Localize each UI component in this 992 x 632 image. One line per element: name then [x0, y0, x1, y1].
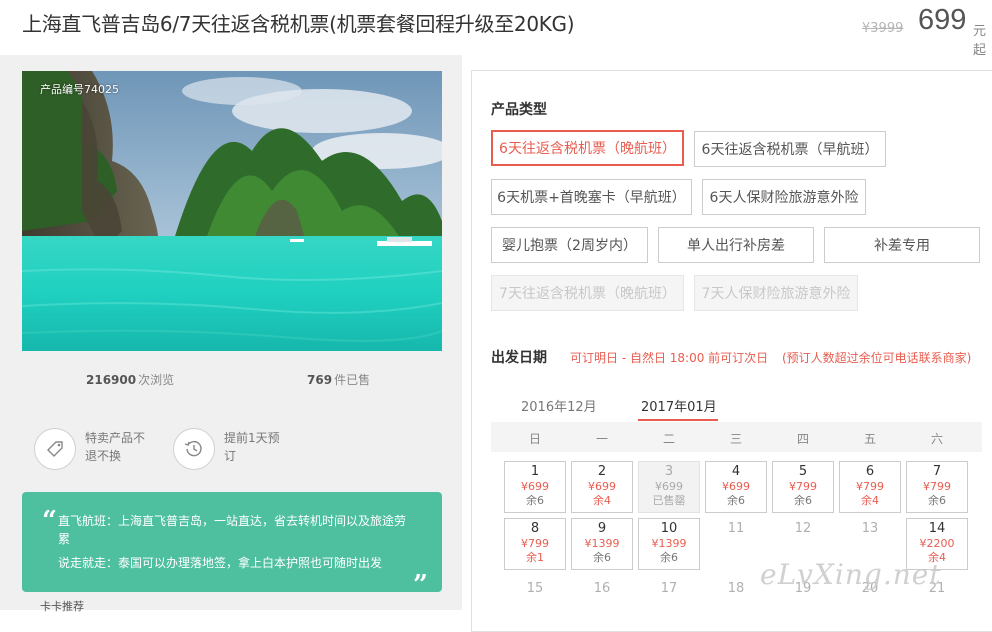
weekday-label: 日: [528, 432, 541, 446]
day-number: 4: [731, 464, 741, 479]
day-number: 7: [932, 464, 942, 479]
day-remaining: 余6: [593, 551, 611, 564]
day-remaining: 余6: [727, 494, 745, 507]
feature-text: 提前1天预订: [224, 431, 280, 463]
day-remaining: 余6: [794, 494, 812, 507]
product-title: 上海直飞普吉岛6/7天往返含税机票(机票套餐回程升级至20KG): [22, 12, 575, 36]
calendar-day-unavailable: 17: [660, 581, 678, 596]
views-stat: 216900 次浏览: [86, 371, 174, 388]
day-price: ¥699: [722, 480, 750, 493]
tag-icon: [34, 428, 76, 470]
option-single-supplement[interactable]: 单人出行补房差: [658, 227, 814, 263]
calendar-day[interactable]: 5 ¥799 余6: [772, 461, 834, 513]
month-tab-jan-2017[interactable]: 2017年01月: [641, 396, 717, 415]
feature-text: 特卖产品不退不换: [85, 431, 146, 463]
calendar-day[interactable]: 8 ¥799 余1: [504, 518, 566, 570]
product-type-title: 产品类型: [491, 102, 547, 118]
calendar-day[interactable]: 2 ¥699 余4: [571, 461, 633, 513]
day-number: 6: [865, 464, 875, 479]
option-6d-late-flight[interactable]: 6天往返含税机票（晚航班）: [491, 130, 684, 166]
month-tab-dec-2016[interactable]: 2016年12月: [521, 396, 597, 415]
calendar-day-unavailable: 16: [593, 581, 611, 596]
day-number: 1: [530, 464, 540, 479]
option-6d-early-flight[interactable]: 6天往返含税机票（早航班）: [694, 131, 886, 167]
weekday-label: 六: [930, 432, 943, 446]
option-6d-insurance[interactable]: 6天人保财险旅游意外险: [702, 179, 866, 215]
day-price: ¥799: [923, 480, 951, 493]
seat-contact-hint: (预订人数超过余位可电话联系商家): [782, 351, 972, 365]
sold-count: 769: [307, 373, 333, 387]
current-price: 699: [918, 4, 967, 36]
weekday-label: 四: [796, 432, 809, 446]
calendar-day[interactable]: 1 ¥699 余6: [504, 461, 566, 513]
feature-no-refund: 特卖产品不退不换: [34, 428, 149, 470]
calendar-day[interactable]: 6 ¥799 余4: [839, 461, 901, 513]
highlights-box: “ 直飞航班：上海直飞普吉岛，一站直达，省去转机时间以及旅途劳累 说走就走：泰国…: [22, 492, 442, 600]
calendar-day[interactable]: 7 ¥799 余6: [906, 461, 968, 513]
close-quote-icon: ”: [413, 570, 428, 600]
clock-history-icon: [173, 428, 215, 470]
views-count: 216900: [86, 373, 137, 387]
calendar-day-unavailable: 18: [727, 581, 745, 596]
open-quote-icon: “: [42, 506, 57, 536]
day-price: ¥799: [789, 480, 817, 493]
day-price: ¥1399: [651, 537, 687, 550]
highlight-line-1: 直飞航班：上海直飞普吉岛，一站直达，省去转机时间以及旅途劳累: [58, 514, 407, 546]
departure-title: 出发日期: [491, 350, 547, 366]
day-price: ¥799: [521, 537, 549, 550]
day-price: ¥1399: [584, 537, 620, 550]
day-remaining: 余6: [928, 494, 946, 507]
calendar-day-unavailable: 12: [794, 521, 812, 536]
calendar-day[interactable]: 9 ¥1399 余6: [571, 518, 633, 570]
sold-stat: 769 件已售: [307, 371, 370, 388]
option-7d-insurance: 7天人保财险旅游意外险: [694, 275, 858, 311]
option-infant-ticket[interactable]: 婴儿抱票（2周岁内）: [491, 227, 648, 263]
original-price: ¥3999: [862, 21, 904, 36]
weekday-label: 五: [863, 432, 876, 446]
day-remaining: 已售罄: [652, 494, 686, 507]
calendar-day[interactable]: 4 ¥699 余6: [705, 461, 767, 513]
option-6d-flight-hotel[interactable]: 6天机票+首晚塞卡（早航班）: [491, 179, 692, 215]
calendar-day-unavailable: 15: [526, 581, 544, 596]
day-number: 10: [660, 521, 678, 536]
day-price: ¥799: [856, 480, 884, 493]
day-price: ¥699: [521, 480, 549, 493]
views-label: 次浏览: [138, 373, 175, 387]
day-remaining: 余6: [660, 551, 678, 564]
day-number: 5: [798, 464, 808, 479]
day-price: ¥699: [588, 480, 616, 493]
calendar-day-unavailable: 11: [727, 521, 745, 536]
calendar-day[interactable]: 10 ¥1399 余6: [638, 518, 700, 570]
weekday-label: 一: [595, 432, 608, 446]
day-number: 2: [597, 464, 607, 479]
calendar-day-unavailable: 13: [861, 521, 879, 536]
highlight-line-2: 说走就走：泰国可以办理落地签，拿上白本护照也可随时出发: [58, 556, 383, 570]
recommend-label: 卡卡推荐: [40, 600, 84, 613]
calendar-day-soldout: 3 ¥699 已售罄: [638, 461, 700, 513]
day-price: ¥2200: [919, 537, 955, 550]
day-number: 3: [664, 464, 674, 479]
price-unit: 元起: [973, 24, 987, 58]
day-number: 8: [530, 521, 540, 536]
day-number: 14: [928, 521, 946, 536]
weekday-label: 二: [662, 432, 675, 446]
product-photo[interactable]: [22, 71, 442, 351]
watermark: eLvXing.net: [760, 558, 942, 591]
day-remaining: 余4: [861, 494, 879, 507]
day-price: ¥699: [655, 480, 683, 493]
day-remaining: 余4: [593, 494, 611, 507]
product-code: 产品编号74025: [40, 83, 119, 96]
sold-label: 件已售: [334, 373, 371, 387]
day-number: 9: [597, 521, 607, 536]
island-lagoon-image: [22, 71, 442, 351]
option-7d-late-flight: 7天往返含税机票（晚航班）: [491, 275, 684, 311]
option-price-difference[interactable]: 补差专用: [824, 227, 980, 263]
feature-book-ahead: 提前1天预订: [173, 428, 288, 470]
active-month-indicator: [638, 419, 718, 421]
booking-cutoff-hint: 可订明日 - 自然日 18:00 前可订次日: [570, 351, 769, 365]
weekday-label: 三: [729, 432, 742, 446]
day-remaining: 余6: [526, 494, 544, 507]
day-remaining: 余1: [526, 551, 544, 564]
